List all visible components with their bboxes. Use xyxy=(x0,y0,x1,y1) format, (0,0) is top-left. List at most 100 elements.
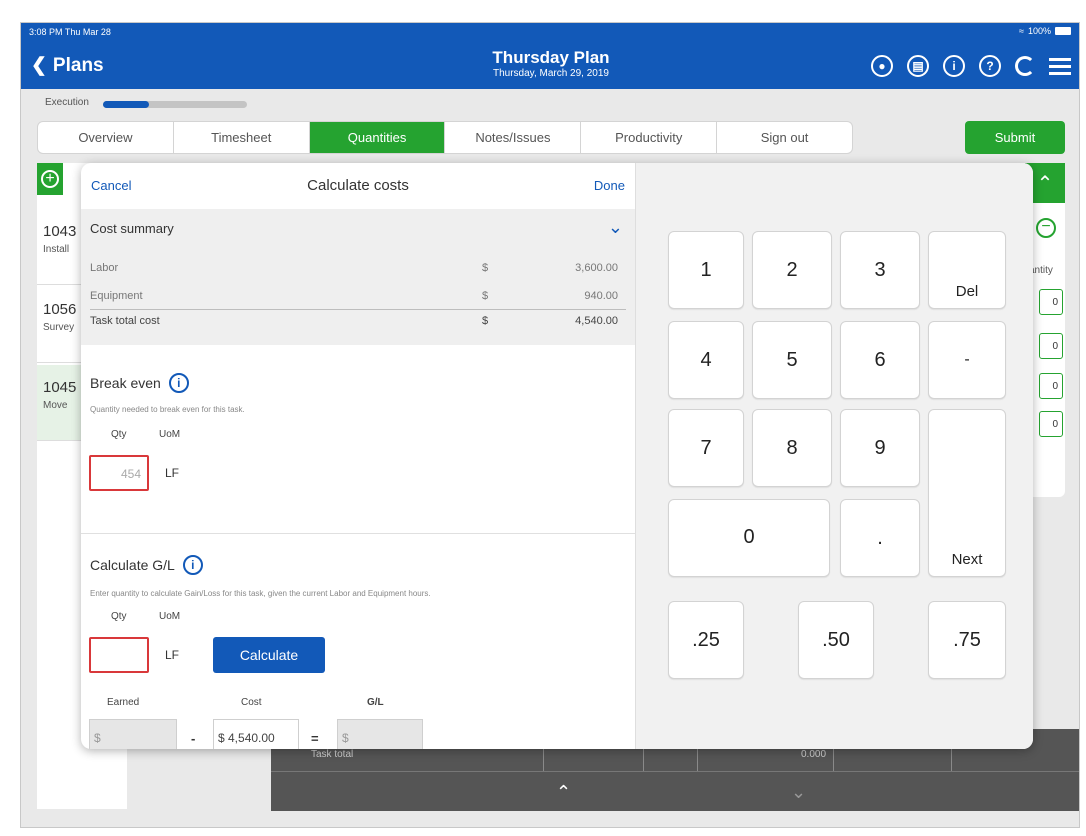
chevron-up-icon[interactable]: ⌃ xyxy=(556,782,571,803)
equals-operator: = xyxy=(311,731,319,746)
cost-summary: Cost summary ⌄ Labor $ 3,600.00 Equipmen… xyxy=(81,209,635,345)
help-icon[interactable]: ? xyxy=(979,55,1001,77)
chevron-down-icon[interactable]: ⌄ xyxy=(791,782,806,803)
app-header: 3:08 PM Thu Mar 28 ≈ 100% ❮ Plans Thursd… xyxy=(21,23,1079,89)
menu-icon[interactable] xyxy=(1049,57,1071,75)
info-icon[interactable]: i xyxy=(168,373,189,393)
qty-label: Qty xyxy=(111,611,127,622)
task-total-value: 0.000 xyxy=(801,749,827,760)
cost-label: Cost xyxy=(241,697,262,708)
row-amount: 3,600.00 xyxy=(575,262,618,274)
tab-quantities[interactable]: Quantities xyxy=(309,122,446,153)
key-3[interactable]: 3 xyxy=(840,231,920,309)
minus-operator: - xyxy=(191,731,196,746)
quantity-cell[interactable]: 0 xyxy=(1039,289,1063,315)
gl-label: G/L xyxy=(367,697,384,708)
submit-button[interactable]: Submit xyxy=(965,121,1065,154)
wifi-icon: ≈ xyxy=(1019,26,1024,36)
calculate-gl-desc: Enter quantity to calculate Gain/Loss fo… xyxy=(90,589,431,598)
calculate-costs-modal: Cancel Calculate costs Done Cost summary… xyxy=(81,163,1033,749)
key-decimal[interactable]: . xyxy=(840,499,920,577)
break-even-qty-field[interactable]: 454 xyxy=(89,455,149,491)
modal-title: Calculate costs xyxy=(307,177,409,194)
calculate-button[interactable]: Calculate xyxy=(213,637,325,673)
status-time: 3:08 PM Thu Mar 28 xyxy=(29,27,111,37)
chevron-down-icon[interactable]: ⌄ xyxy=(608,217,623,238)
status-indicators: ≈ 100% xyxy=(1019,26,1071,36)
uom-label: UoM xyxy=(159,429,181,440)
app-frame: 3:08 PM Thu Mar 28 ≈ 100% ❮ Plans Thursd… xyxy=(20,22,1080,828)
quantity-cell[interactable]: 0 xyxy=(1039,411,1063,437)
row-label: Labor xyxy=(90,262,119,274)
gl-uom: LF xyxy=(165,648,180,662)
plus-icon: + xyxy=(41,170,59,188)
key-5[interactable]: 5 xyxy=(752,321,832,399)
break-even-heading: Break even i xyxy=(90,373,189,393)
cost-field: $ 4,540.00 xyxy=(213,719,299,749)
row-currency: $ xyxy=(482,290,489,302)
key-7[interactable]: 7 xyxy=(668,409,744,487)
key-minus[interactable]: - xyxy=(928,321,1006,399)
execution-progress-fill xyxy=(103,101,150,108)
tab-bar: Overview Timesheet Quantities Notes/Issu… xyxy=(37,121,853,154)
key-6[interactable]: 6 xyxy=(840,321,920,399)
hardhat-icon[interactable]: ▤ xyxy=(907,55,929,77)
row-amount: 4,540.00 xyxy=(575,315,618,327)
battery-percent: 100% xyxy=(1027,26,1051,36)
summary-row-equipment: Equipment $ 940.00 xyxy=(90,285,626,307)
gl-qty-field[interactable] xyxy=(89,637,149,673)
quantity-cell[interactable]: 0 xyxy=(1039,333,1063,359)
key-0[interactable]: 0 xyxy=(668,499,830,577)
row-label: Task total cost xyxy=(90,315,160,327)
earned-label: Earned xyxy=(107,697,140,708)
info-icon[interactable]: i xyxy=(182,555,203,575)
summary-row-labor: Labor $ 3,600.00 xyxy=(90,257,626,279)
break-even-title: Break even xyxy=(90,375,161,391)
numeric-keypad: 1 2 3 Del 4 5 6 - 7 8 9 0 . Next .25 .50… xyxy=(635,163,1033,749)
row-label: Equipment xyxy=(90,290,143,302)
pager-bar: ⌃ ⌄ xyxy=(271,771,1079,811)
key-del[interactable]: Del xyxy=(928,231,1006,309)
summary-row-total: Task total cost $ 4,540.00 xyxy=(90,309,626,331)
modal-toolbar: Cancel Calculate costs Done xyxy=(81,163,635,209)
done-button[interactable]: Done xyxy=(594,178,625,193)
chat-icon[interactable]: ● xyxy=(871,55,893,77)
calculate-gl-title: Calculate G/L xyxy=(90,557,175,573)
sync-icon[interactable] xyxy=(1015,56,1035,76)
break-even-desc: Quantity needed to break even for this t… xyxy=(90,405,245,414)
key-9[interactable]: 9 xyxy=(840,409,920,487)
key-2[interactable]: 2 xyxy=(752,231,832,309)
cost-summary-title: Cost summary xyxy=(90,221,174,236)
tab-overview[interactable]: Overview xyxy=(38,122,174,153)
tab-timesheet[interactable]: Timesheet xyxy=(174,122,310,153)
section-divider xyxy=(81,533,635,534)
row-currency: $ xyxy=(482,315,489,327)
header-icons: ● ▤ i ? xyxy=(871,55,1071,77)
add-task-button[interactable]: + xyxy=(37,163,63,195)
execution-progress-bar xyxy=(103,101,247,108)
calculate-gl-heading: Calculate G/L i xyxy=(90,555,203,575)
row-amount: 940.00 xyxy=(584,290,618,302)
key-1[interactable]: 1 xyxy=(668,231,744,309)
cost-panel: Cancel Calculate costs Done Cost summary… xyxy=(81,163,635,749)
row-currency: $ xyxy=(482,262,489,274)
uom-label: UoM xyxy=(159,611,181,622)
battery-icon xyxy=(1055,27,1071,35)
minus-icon[interactable]: − xyxy=(1036,218,1056,238)
info-icon[interactable]: i xyxy=(943,55,965,77)
earned-field: $ xyxy=(89,719,177,749)
key-050[interactable]: .50 xyxy=(798,601,874,679)
key-4[interactable]: 4 xyxy=(668,321,744,399)
qty-label: Qty xyxy=(111,429,127,440)
task-total-label: Task total xyxy=(311,749,354,760)
tab-notes-issues[interactable]: Notes/Issues xyxy=(445,122,582,153)
key-025[interactable]: .25 xyxy=(668,601,744,679)
tab-sign-out[interactable]: Sign out xyxy=(717,122,852,153)
break-even-uom: LF xyxy=(165,466,180,480)
tab-productivity[interactable]: Productivity xyxy=(581,122,718,153)
key-8[interactable]: 8 xyxy=(752,409,832,487)
gl-field: $ xyxy=(337,719,423,749)
key-next[interactable]: Next xyxy=(928,409,1006,577)
quantity-cell[interactable]: 0 xyxy=(1039,373,1063,399)
key-075[interactable]: .75 xyxy=(928,601,1006,679)
